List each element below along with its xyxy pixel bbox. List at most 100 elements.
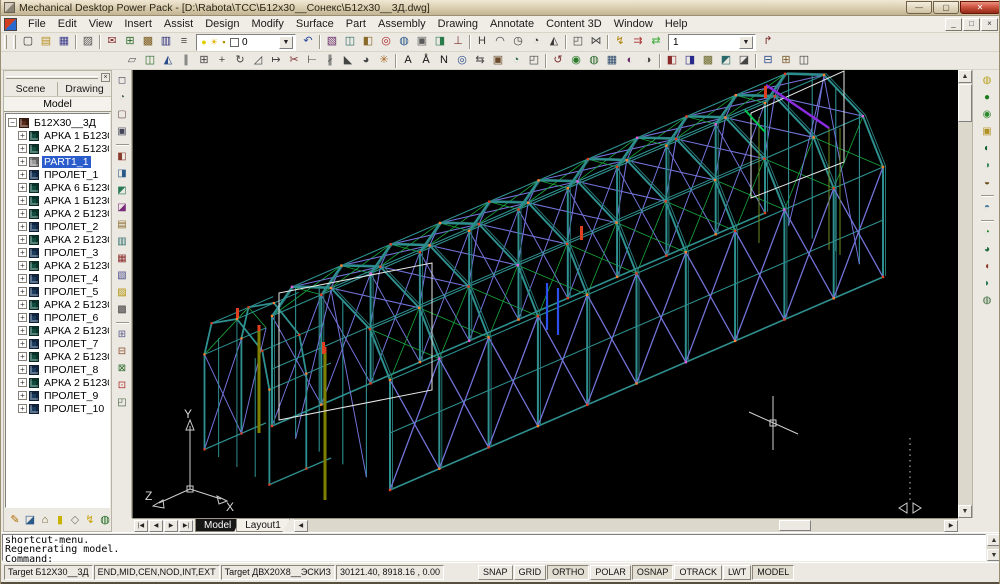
expand-box-icon[interactable]: + [18,313,27,322]
title-bar[interactable]: Mechanical Desktop Power Pack - [D:\Rabo… [1,0,1000,16]
coordinates-readout[interactable]: 30121.40, 8918.16 , 0.00 [336,565,444,580]
power-snap-icon[interactable]: ⇄ [647,34,665,50]
status-toggle-otrack[interactable]: OTRACK [674,565,722,580]
menu-item-part[interactable]: Part [340,16,372,32]
content-steel-icon[interactable]: ◍ [979,74,996,89]
content-cams-icon[interactable]: ◕ [979,243,996,258]
browser-catalog-icon[interactable]: ▮ [53,513,67,528]
expand-box-icon[interactable]: + [18,144,27,153]
menu-item-window[interactable]: Window [608,16,659,32]
maximize-button[interactable]: ▢ [933,1,959,14]
copy-icon[interactable]: ⊞ [121,34,139,50]
expand-box-icon[interactable]: + [18,391,27,400]
assembly-constraint-icon[interactable]: ⊟ [759,53,777,69]
library-tool-icon[interactable]: ▩ [114,303,131,318]
tree-row[interactable]: +АРКА 2 Б1230_6 [18,298,109,311]
vscroll-thumb[interactable] [958,84,972,122]
tree-row[interactable]: +АРКА 2 Б1230_2 [18,207,109,220]
viewport-vscrollbar[interactable]: ▲ ▼ [958,70,972,518]
browser-world-icon[interactable]: ◍ [98,513,112,528]
layouts-icon[interactable]: ▧ [323,34,341,50]
browser-pencil-icon[interactable]: ✎ [8,513,22,528]
expand-box-icon[interactable]: + [18,274,27,283]
model-tree[interactable]: −Б12X30__3Д+АРКА 1 Б1230_1 +АРКА 2 Б1230_… [5,113,110,508]
workplane-icon[interactable]: ◐ [621,53,639,69]
browser-assist-icon[interactable]: ↯ [83,513,97,528]
expand-box-icon[interactable]: + [18,326,27,335]
zoom-previous-icon[interactable]: ▣ [114,125,131,140]
menu-item-drawing[interactable]: Drawing [432,16,484,32]
expand-box-icon[interactable]: + [18,378,27,387]
paste-icon[interactable]: ▥ [157,34,175,50]
viewports-icon[interactable]: ◫ [341,34,359,50]
array-icon[interactable]: ⊞ [195,53,213,69]
status-toggle-osnap[interactable]: OSNAP [632,565,674,580]
menu-item-insert[interactable]: Insert [118,16,158,32]
expand-box-icon[interactable]: + [18,222,27,231]
expand-box-icon[interactable]: + [18,196,27,205]
expand-box-icon[interactable]: + [18,300,27,309]
expand-box-icon[interactable]: + [18,352,27,361]
menu-item-modify[interactable]: Modify [245,16,289,32]
command-scrollbar[interactable]: ▲ ▼ [987,534,1000,561]
feature-tool-icon[interactable]: ▤ [114,218,131,233]
pagesetup-icon[interactable]: ◧ [359,34,377,50]
text-icon[interactable]: A [399,53,417,69]
content-nuts-icon[interactable]: ◉ [979,108,996,123]
tab-nav-3[interactable]: ▶| [179,520,193,532]
tree-row[interactable]: +ПРОЛЕТ_4 [18,272,109,285]
dim-aligned-icon[interactable]: ◠ [491,34,509,50]
style-dropdown[interactable]: 1 ▼ [668,34,756,51]
constrain-icon[interactable]: ◍ [585,53,603,69]
tab-nav-2[interactable]: ▶ [164,520,178,532]
fasteners-icon[interactable]: ⊟ [114,345,131,360]
tab-model-space[interactable]: Model [195,519,240,532]
expand-box-icon[interactable]: + [18,339,27,348]
tree-row[interactable]: +ПРОЛЕТ_7 [18,337,109,350]
tree-row[interactable]: +АРКА 1 Б1230_1 [18,129,109,142]
target-assembly-field[interactable]: Target Б12X30__3Д [4,565,93,580]
browser-filter-icon[interactable]: ◪ [23,513,37,528]
panel-grip[interactable] [6,76,98,79]
tree-row[interactable]: +АРКА 2 Б1230_3 [18,233,109,246]
minimize-button[interactable]: — [906,1,932,14]
tab-model[interactable]: Model [4,97,111,112]
toolbody-icon[interactable]: ◪ [114,201,131,216]
menu-item-assembly[interactable]: Assembly [372,16,432,32]
layer-freeze-sun-icon[interactable]: ☀ [209,37,219,48]
profile-icon[interactable]: ◉ [567,53,585,69]
tree-row[interactable]: +ПРОЛЕТ_3 [18,246,109,259]
named-views-icon[interactable]: ▣ [489,53,507,69]
block-icon[interactable]: ▣ [413,34,431,50]
menu-item-content-3d[interactable]: Content 3D [540,16,608,32]
restore-view-icon[interactable]: ↱ [759,34,777,50]
rotate-icon[interactable]: ↻ [231,53,249,69]
zoom-realtime-icon[interactable]: ◔ [114,91,131,106]
trim-icon[interactable]: ✂ [285,53,303,69]
standards-icon[interactable]: ◰ [114,396,131,411]
expand-box-icon[interactable]: + [18,209,27,218]
steel-shapes-icon[interactable]: ⊞ [114,328,131,343]
tree-root-row[interactable]: −Б12X30__3Д [8,116,109,129]
tree-row[interactable]: +АРКА 6 Б1230_1 [18,181,109,194]
annotate-tool-icon[interactable]: ▧ [114,269,131,284]
dim-linear-icon[interactable]: H [473,34,491,50]
assembly-check-icon[interactable]: ◫ [795,53,813,69]
tree-row[interactable]: +ПРОЛЕТ_1 [18,168,109,181]
document-restore-button[interactable]: □ [963,18,980,31]
tree-row[interactable]: +АРКА 2 Б1230_8 [18,350,109,363]
hole-icon[interactable]: ▩ [699,53,717,69]
dim-style-icon[interactable]: ◰ [569,34,587,50]
part-tool-icon[interactable]: ◩ [114,184,131,199]
osnap-modes-field[interactable]: END,MID,CEN,NOD,INT,EXT [94,565,220,580]
status-toggle-polar[interactable]: POLAR [590,565,631,580]
tab-drawing[interactable]: Drawing [58,82,111,96]
scroll-up-icon[interactable]: ▲ [987,534,1000,546]
panel-close-icon[interactable]: × [101,73,110,82]
scroll-down-icon[interactable]: ▼ [958,505,972,518]
power-edit-icon[interactable]: ⇉ [629,34,647,50]
scroll-right-icon[interactable]: ▶ [944,520,958,532]
hyperlink-icon[interactable]: ◍ [395,34,413,50]
menu-item-design[interactable]: Design [199,16,245,32]
tree-row[interactable]: +ПРОЛЕТ_6 [18,311,109,324]
